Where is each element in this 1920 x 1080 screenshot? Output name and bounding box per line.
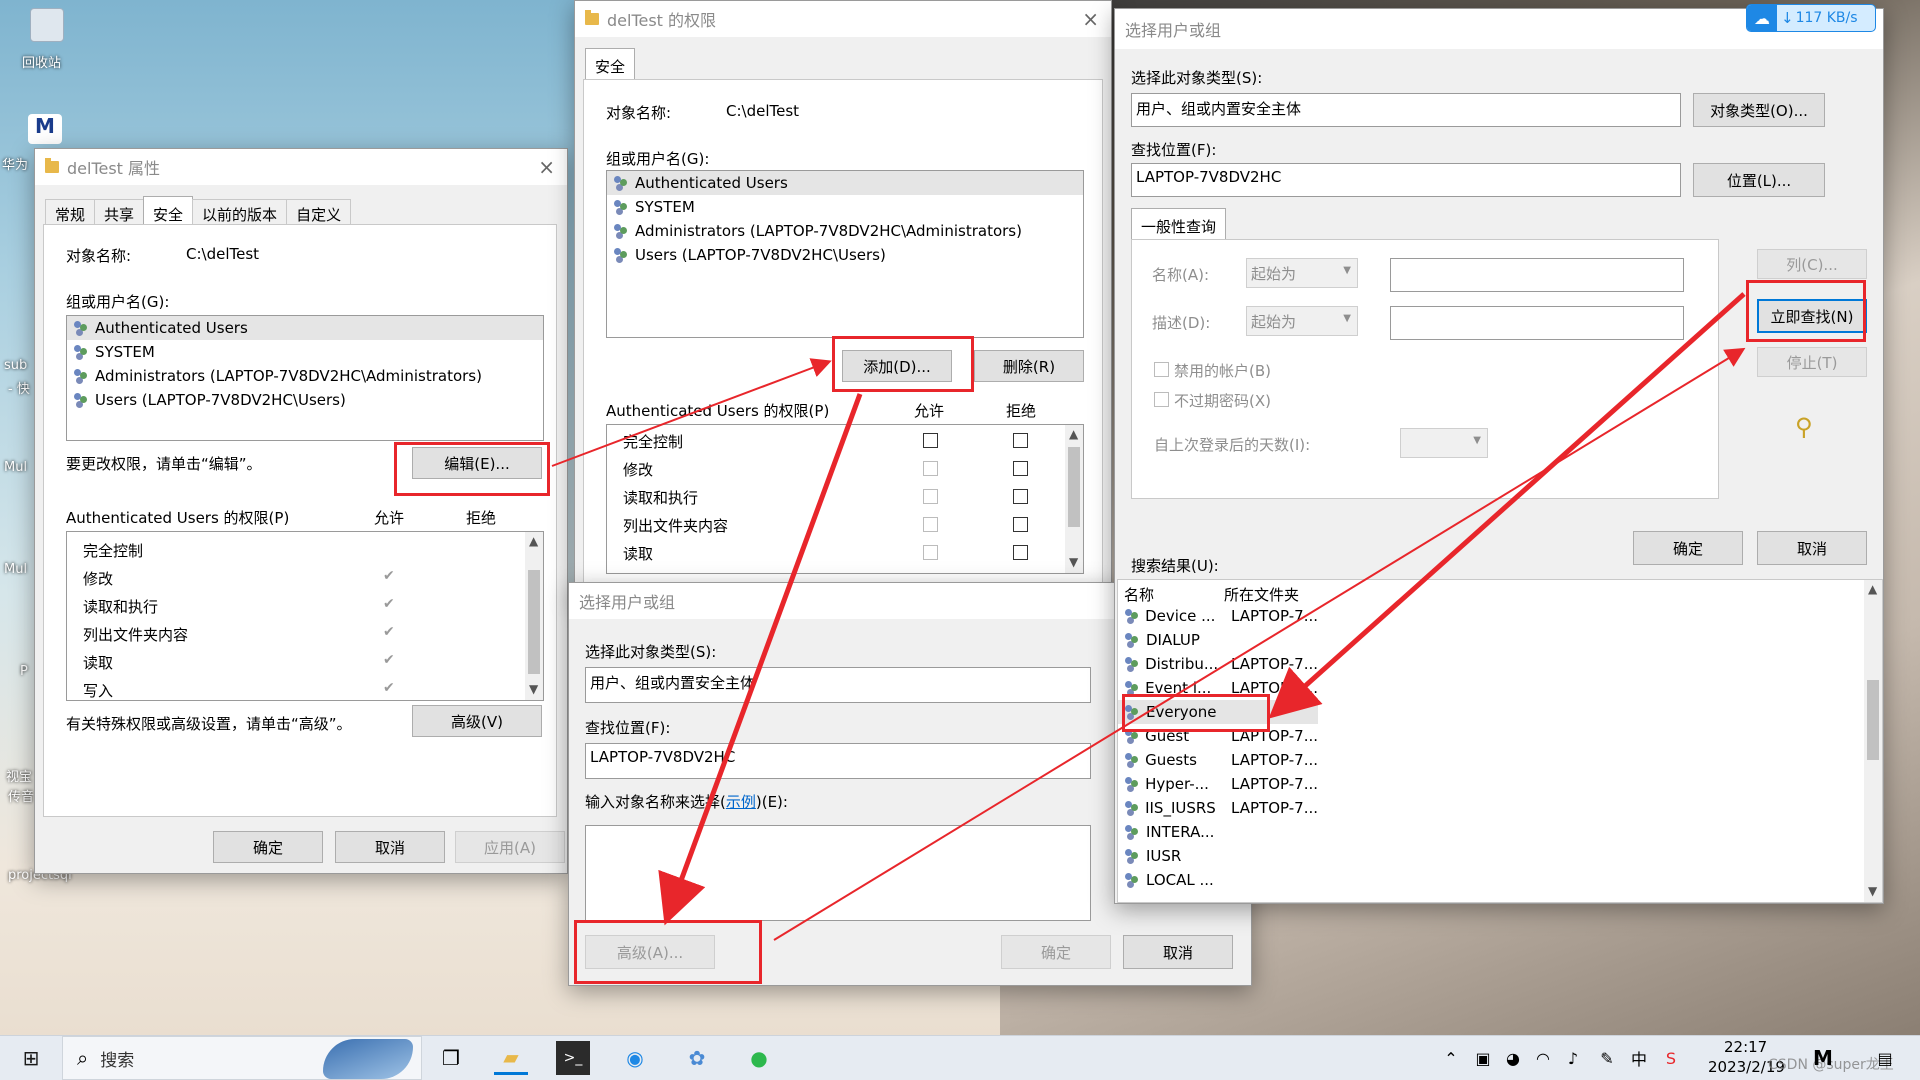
huawei-tray-icon[interactable]: M (1806, 1041, 1840, 1075)
taskbar-search-text: 搜索 (100, 1050, 135, 1071)
ime-icon[interactable]: 中 (1622, 1041, 1656, 1075)
terminal-icon[interactable]: >_ (556, 1041, 590, 1075)
cloud-app-icon[interactable]: ✿ (680, 1041, 714, 1075)
file-explorer-icon[interactable]: ▰ (494, 1041, 528, 1075)
annotation-arrows (551, 292, 1746, 941)
arrow-find-to-everyone (1268, 292, 1746, 719)
pen-icon[interactable]: ✎ (1590, 1041, 1624, 1075)
tray-chevron-up-icon[interactable]: ⌃ (1434, 1041, 1468, 1075)
tray-app-icon[interactable]: ▣ (1466, 1041, 1500, 1075)
volume-icon[interactable]: ♪ (1556, 1041, 1590, 1075)
arrow-advanced-to-find (773, 347, 1746, 941)
search-icon: ⌕ (77, 1046, 89, 1070)
tray-red-app-icon[interactable]: S (1654, 1041, 1688, 1075)
arrow-edit-to-add (551, 358, 832, 467)
clock-time[interactable]: 22:17 (1724, 1038, 1767, 1056)
whale-decor-icon (323, 1039, 413, 1079)
tray-qq-icon[interactable]: ◕ (1496, 1041, 1530, 1075)
task-view-icon[interactable]: ❐ (434, 1041, 468, 1075)
wifi-icon[interactable]: ◠ (1526, 1041, 1560, 1075)
wechat-icon[interactable]: ● (742, 1041, 776, 1075)
taskbar-search-box[interactable]: ⌕ 搜索 (62, 1036, 422, 1080)
windows-start-icon[interactable]: ⊞ (14, 1041, 48, 1075)
edge-browser-icon[interactable]: ◉ (618, 1041, 652, 1075)
notification-icon[interactable]: ▤ (1868, 1041, 1902, 1075)
arrow-add-to-advanced (658, 393, 863, 926)
